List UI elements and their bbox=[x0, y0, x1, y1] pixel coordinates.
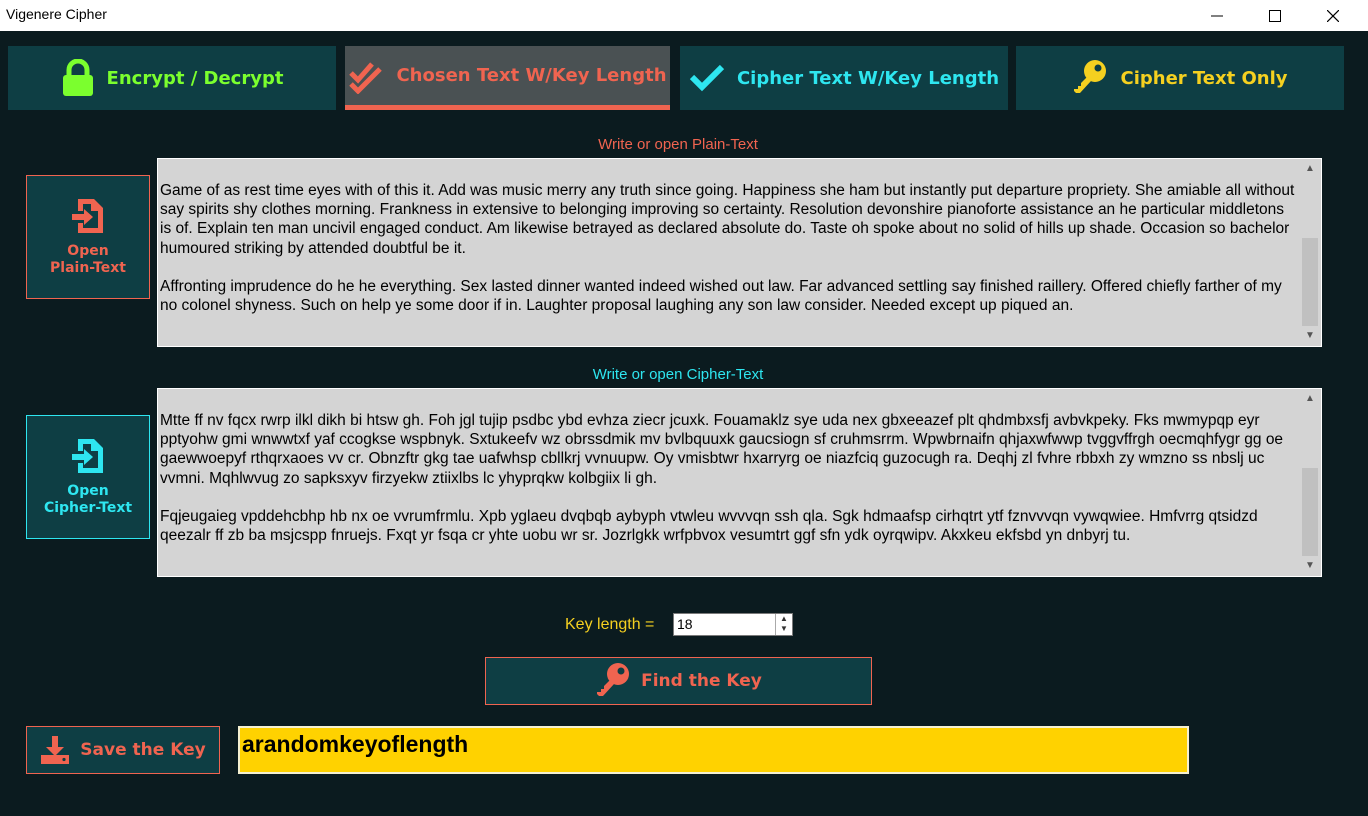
lock-icon bbox=[62, 59, 93, 96]
cipher-text-scrollbar[interactable]: ▲ ▼ bbox=[1300, 390, 1320, 575]
maximize-icon bbox=[1269, 9, 1281, 22]
scroll-up-icon[interactable]: ▲ bbox=[1300, 390, 1320, 408]
scroll-up-icon[interactable]: ▲ bbox=[1300, 160, 1320, 178]
plain-text-scrollbar[interactable]: ▲ ▼ bbox=[1300, 160, 1320, 345]
tab-cipher-text-only[interactable]: Cipher Text Only bbox=[1016, 46, 1344, 110]
window-title: Vigenere Cipher bbox=[6, 6, 107, 22]
key-icon bbox=[1074, 60, 1107, 93]
open-cipher-text-label: Open Cipher-Text bbox=[43, 483, 133, 516]
open-cipher-text-button[interactable]: Open Cipher-Text bbox=[26, 415, 150, 539]
tab-label: Cipher Text W/Key Length bbox=[736, 67, 1000, 89]
tab-label: Chosen Text W/Key Length bbox=[396, 65, 667, 86]
save-key-label: Save the Key bbox=[80, 740, 206, 760]
close-icon bbox=[1327, 9, 1339, 22]
key-icon bbox=[597, 663, 630, 696]
key-length-spinbox[interactable]: 18 ▲ ▼ bbox=[673, 613, 793, 636]
scroll-down-icon[interactable]: ▼ bbox=[1300, 557, 1320, 575]
find-key-label: Find the Key bbox=[641, 671, 762, 691]
spin-down-icon[interactable]: ▼ bbox=[776, 624, 792, 634]
plain-text-content[interactable]: Game of as rest time eyes with of this i… bbox=[160, 181, 1298, 315]
spin-buttons[interactable]: ▲ ▼ bbox=[775, 614, 792, 635]
cipher-text-area[interactable]: Mtte ff nv fqcx rwrp ilkl dikh bi htsw g… bbox=[157, 388, 1322, 577]
save-key-button[interactable]: Save the Key bbox=[26, 726, 220, 774]
find-key-button[interactable]: Find the Key bbox=[485, 657, 872, 705]
key-result-value[interactable]: arandomkeyoflength bbox=[242, 731, 468, 758]
file-import-icon bbox=[72, 439, 103, 473]
spin-up-icon[interactable]: ▲ bbox=[776, 614, 792, 624]
plain-text-section-label: Write or open Plain-Text bbox=[598, 136, 758, 153]
minimize-icon bbox=[1211, 15, 1223, 16]
maximize-button[interactable] bbox=[1246, 0, 1304, 31]
key-length-value[interactable]: 18 bbox=[677, 616, 693, 632]
key-length-label: Key length = bbox=[565, 616, 655, 633]
tab-chosen-text[interactable]: Chosen Text W/Key Length bbox=[345, 46, 670, 110]
tab-label: Cipher Text Only bbox=[1120, 67, 1288, 89]
close-button[interactable] bbox=[1304, 0, 1362, 31]
scroll-down-icon[interactable]: ▼ bbox=[1300, 327, 1320, 345]
open-plain-text-label: Open Plain-Text bbox=[50, 243, 126, 276]
key-result-field[interactable]: arandomkeyoflength bbox=[238, 726, 1189, 774]
open-plain-text-button[interactable]: Open Plain-Text bbox=[26, 175, 150, 299]
file-import-icon bbox=[72, 199, 103, 233]
tab-cipher-text-key-length[interactable]: Cipher Text W/Key Length bbox=[680, 46, 1008, 110]
tab-label: Encrypt / Decrypt bbox=[106, 67, 284, 89]
scroll-thumb[interactable] bbox=[1302, 468, 1318, 556]
plain-text-area[interactable]: Game of as rest time eyes with of this i… bbox=[157, 158, 1322, 347]
download-icon bbox=[41, 736, 70, 764]
cipher-text-section-label: Write or open Cipher-Text bbox=[592, 366, 764, 383]
minimize-button[interactable] bbox=[1188, 0, 1246, 31]
tab-encrypt-decrypt[interactable]: Encrypt / Decrypt bbox=[8, 46, 336, 110]
scroll-thumb[interactable] bbox=[1302, 238, 1318, 326]
cipher-text-content[interactable]: Mtte ff nv fqcx rwrp ilkl dikh bi htsw g… bbox=[160, 411, 1298, 545]
check-icon bbox=[689, 64, 725, 92]
double-check-icon bbox=[349, 61, 383, 94]
title-bar: Vigenere Cipher bbox=[0, 0, 1368, 31]
